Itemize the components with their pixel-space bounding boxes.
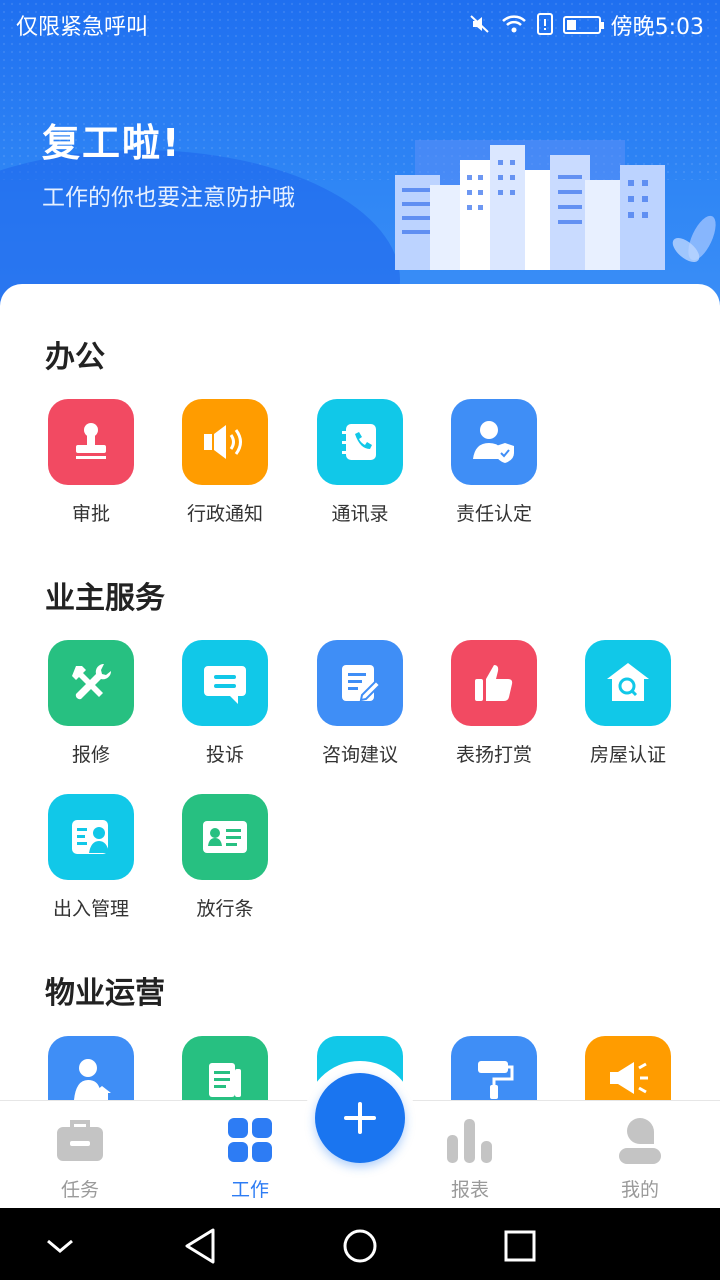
grid-icon xyxy=(225,1115,275,1165)
section-title-owner-services: 业主服务 xyxy=(45,581,165,616)
wifi-icon xyxy=(501,13,527,38)
access-manage-label: 出入管理 xyxy=(52,898,129,920)
repair-button[interactable]: 报修 xyxy=(24,640,158,767)
ops-item-user-home[interactable] xyxy=(24,1036,158,1100)
system-navigation-bar xyxy=(0,1208,720,1280)
thumbs-up-icon xyxy=(451,640,537,726)
add-button[interactable] xyxy=(315,1073,405,1163)
battery-icon xyxy=(562,16,604,34)
access-card-icon xyxy=(48,794,134,880)
clock-text: 傍晚5:03 xyxy=(610,15,704,40)
collapse-icon[interactable] xyxy=(40,1226,80,1266)
sim-icon xyxy=(536,12,553,38)
ops-item-megaphone[interactable] xyxy=(561,1036,695,1100)
section-title-office: 办公 xyxy=(45,340,105,375)
section-title-property-ops: 物业运营 xyxy=(45,976,165,1011)
contacts-button[interactable]: 通讯录 xyxy=(293,399,427,526)
release-slip-label: 放行条 xyxy=(196,898,254,920)
complaint-button[interactable]: 投诉 xyxy=(158,640,292,767)
house-search-icon xyxy=(585,640,671,726)
documents-icon xyxy=(182,1036,268,1100)
user-home-icon xyxy=(48,1036,134,1100)
workspace-card: 办公 审批 行政通知 通讯录 责任认定 业主服务 报修 投诉 咨询建议 表扬打赏… xyxy=(0,284,720,1100)
status-bar: 仅限紧急呼叫 傍晚5:03 xyxy=(0,0,720,50)
consult-suggest-label: 咨询建议 xyxy=(321,744,398,766)
speaker-icon xyxy=(182,399,268,485)
contacts-book-icon xyxy=(317,399,403,485)
tab-reports[interactable]: 报表 xyxy=(410,1115,530,1202)
tab-work-label: 工作 xyxy=(230,1179,269,1201)
complaint-label: 投诉 xyxy=(205,744,244,766)
approval-button[interactable]: 审批 xyxy=(24,399,158,526)
person-icon xyxy=(615,1115,665,1165)
tab-work[interactable]: 工作 xyxy=(190,1115,310,1202)
tab-mine[interactable]: 我的 xyxy=(580,1115,700,1202)
tab-mine-label: 我的 xyxy=(620,1179,659,1201)
contacts-label: 通讯录 xyxy=(331,503,389,525)
paint-roller-icon xyxy=(451,1036,537,1100)
admin-notice-button[interactable]: 行政通知 xyxy=(158,399,292,526)
ops-item-paint-roller[interactable] xyxy=(427,1036,561,1100)
header-banner: 仅限紧急呼叫 傍晚5:03 复工啦! 工作的你也要注意防护哦 xyxy=(0,0,720,310)
bar-chart-icon xyxy=(445,1115,495,1165)
banner-subtitle: 工作的你也要注意防护哦 xyxy=(42,185,295,211)
ops-item-documents[interactable] xyxy=(158,1036,292,1100)
tab-reports-label: 报表 xyxy=(450,1179,489,1201)
back-icon[interactable] xyxy=(180,1226,220,1266)
admin-notice-label: 行政通知 xyxy=(186,503,263,525)
mute-icon xyxy=(469,13,491,38)
recents-icon[interactable] xyxy=(500,1226,540,1266)
access-manage-button[interactable]: 出入管理 xyxy=(24,794,158,921)
user-shield-icon xyxy=(451,399,537,485)
house-verify-label: 房屋认证 xyxy=(589,744,666,766)
responsibility-label: 责任认定 xyxy=(455,503,532,525)
home-icon[interactable] xyxy=(340,1226,380,1266)
praise-reward-label: 表扬打赏 xyxy=(455,744,532,766)
leaf-decoration xyxy=(672,215,716,262)
repair-label: 报修 xyxy=(71,744,110,766)
tools-icon xyxy=(48,640,134,726)
release-slip-button[interactable]: 放行条 xyxy=(158,794,292,921)
message-icon xyxy=(182,640,268,726)
carrier-text: 仅限紧急呼叫 xyxy=(16,15,149,40)
banner-title: 复工啦! xyxy=(42,121,182,165)
edit-note-icon xyxy=(317,640,403,726)
house-verify-button[interactable]: 房屋认证 xyxy=(561,640,695,767)
tab-tasks[interactable]: 任务 xyxy=(20,1115,140,1202)
stamp-icon xyxy=(48,399,134,485)
responsibility-button[interactable]: 责任认定 xyxy=(427,399,561,526)
praise-reward-button[interactable]: 表扬打赏 xyxy=(427,640,561,767)
megaphone-icon xyxy=(585,1036,671,1100)
consult-suggest-button[interactable]: 咨询建议 xyxy=(293,640,427,767)
briefcase-icon xyxy=(55,1115,105,1165)
id-card-icon xyxy=(182,794,268,880)
approval-label: 审批 xyxy=(71,503,110,525)
city-illustration xyxy=(395,140,665,270)
tab-tasks-label: 任务 xyxy=(60,1179,99,1201)
plus-icon xyxy=(344,1102,376,1134)
